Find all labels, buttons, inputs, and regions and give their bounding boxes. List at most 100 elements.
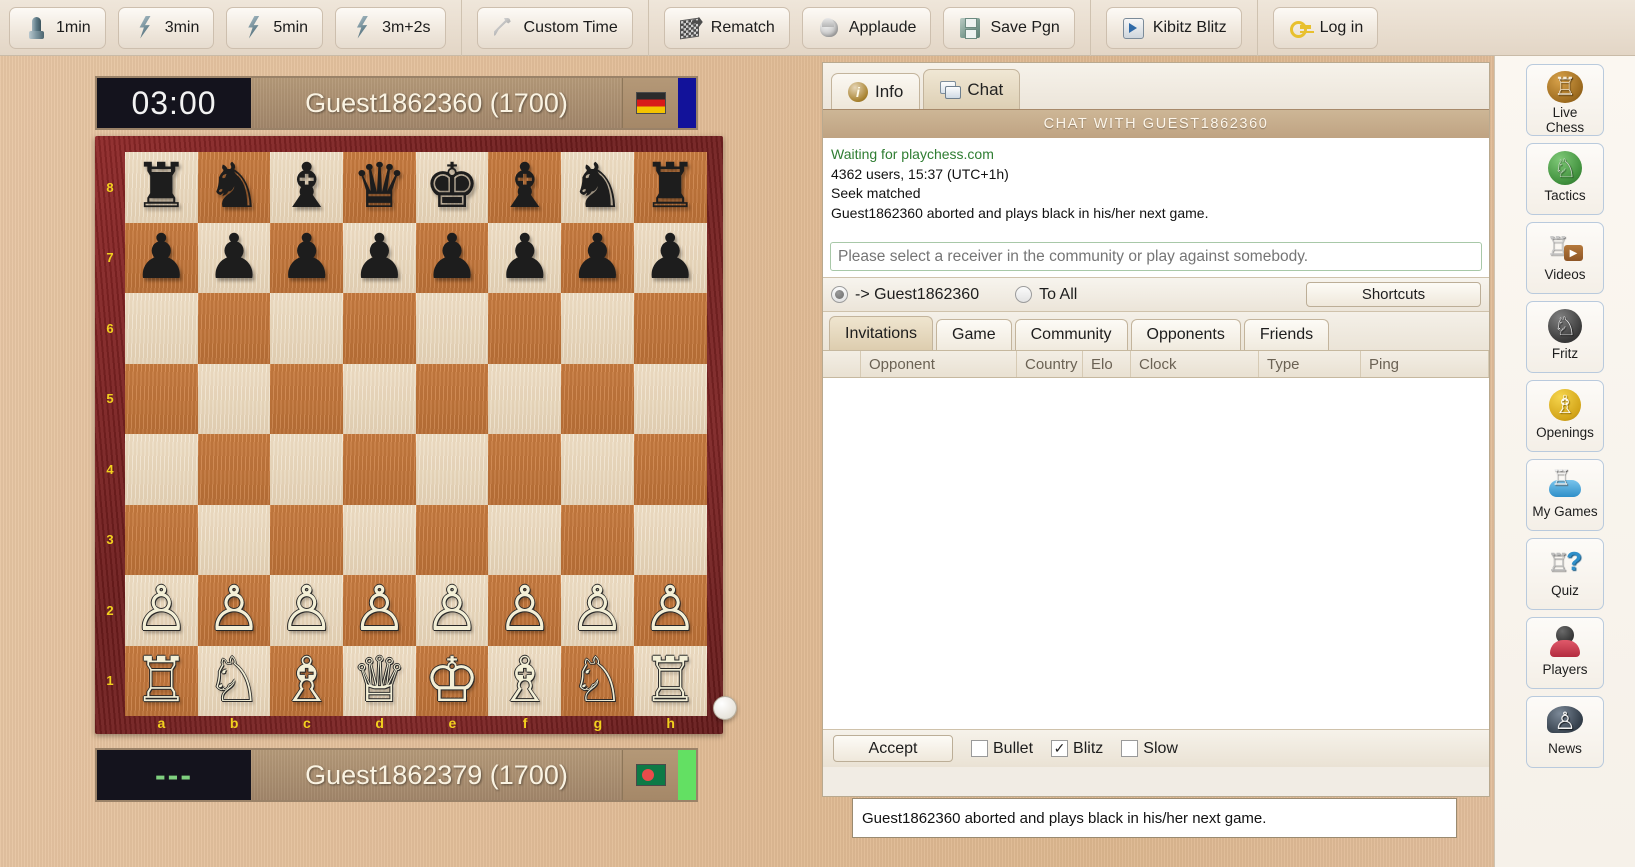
chess-piece[interactable]: ♙ [634,575,707,646]
board-square[interactable] [197,293,271,364]
chat-input[interactable] [830,242,1482,271]
board-square[interactable] [125,434,198,505]
board-square[interactable]: ♟ [633,222,707,294]
board-square[interactable] [415,434,489,505]
board-square[interactable] [488,434,562,505]
checkbox-slow[interactable] [1121,740,1139,757]
board-square[interactable] [561,293,634,364]
chess-piece[interactable]: ♙ [488,575,561,646]
chess-piece[interactable]: ♝ [270,152,343,223]
board-square[interactable]: ♔ [415,645,489,717]
board-square[interactable] [270,293,344,364]
chess-piece[interactable]: ♙ [561,575,634,646]
tab-friends[interactable]: Friends [1243,319,1330,350]
custom-time-button[interactable]: Custom Time [476,6,633,49]
chess-piece[interactable]: ♘ [198,646,271,717]
shortcuts-button[interactable]: Shortcuts [1306,282,1481,307]
chess-piece[interactable]: ♟ [561,223,634,294]
board-square[interactable]: ♞ [561,152,634,223]
column-header-elo[interactable]: Elo [1083,351,1131,377]
board-square[interactable]: ♜ [633,152,707,223]
chess-piece[interactable]: ♝ [488,152,561,223]
board-square[interactable]: ♟ [488,222,562,293]
board-square[interactable] [125,293,198,364]
save-pgn-button[interactable]: Save Pgn [943,6,1075,49]
board-square[interactable]: ♞ [197,152,271,223]
board-square[interactable] [270,363,344,434]
board-square[interactable] [270,504,344,575]
chess-piece[interactable]: ♗ [270,646,343,717]
board-square[interactable] [125,363,198,434]
board-square[interactable]: ♟ [415,222,489,293]
chess-piece[interactable]: ♔ [416,646,489,717]
chess-piece[interactable]: ♙ [343,575,416,646]
board-square[interactable]: ♙ [270,575,344,646]
board-square[interactable]: ♗ [488,645,562,716]
board-square[interactable]: ♟ [343,222,416,294]
column-header-opponent[interactable]: Opponent [861,351,1017,377]
column-header-type[interactable]: Type [1259,351,1361,377]
tab-chat[interactable]: Chat [923,69,1021,109]
filter-bullet[interactable]: Bullet [971,740,1033,758]
radio-receiver-all[interactable] [1015,286,1033,303]
board-square[interactable] [197,363,271,434]
board-square[interactable]: ♚ [415,152,489,223]
chess-board[interactable]: 8 7 6 5 4 3 2 1 ♜ ♞ ♝ ♛ ♚ ♝ ♞ ♜ ♟ ♟ ♟ ♟ ♟ ♟ ♟ ♟ ♙ ♙ ♙ ♙ ♙ ♙ ♙ ♙… [95,136,737,734]
chess-piece[interactable]: ♟ [634,223,707,294]
time-control-3min-button[interactable]: 3min [117,6,215,49]
board-square[interactable] [633,293,707,364]
board-square[interactable]: ♛ [343,152,416,223]
board-square[interactable] [488,363,562,434]
tab-info[interactable]: Info [831,73,921,109]
chess-piece[interactable]: ♙ [198,575,271,646]
chess-piece[interactable]: ♟ [343,223,416,294]
column-header-icon[interactable] [823,351,861,377]
board-square[interactable]: ♙ [633,575,707,646]
board-square[interactable] [488,293,562,364]
sidebar-item-fritz[interactable]: Fritz [1526,301,1604,373]
chess-piece[interactable]: ♟ [198,223,271,294]
time-control-1min-button[interactable]: 1min [9,6,106,49]
board-square[interactable]: ♝ [488,152,562,223]
tab-invitations[interactable]: Invitations [829,316,934,350]
board-square[interactable]: ♖ [633,645,707,716]
board-square[interactable] [561,434,634,505]
board-square[interactable]: ♟ [561,222,634,294]
column-header-country[interactable]: Country [1017,351,1083,377]
chess-piece[interactable]: ♛ [343,152,416,223]
checkbox-blitz[interactable] [1051,740,1069,757]
time-control-3m2s-button[interactable]: 3m+2s [335,6,446,49]
sidebar-item-videos[interactable]: Videos [1526,222,1604,294]
chess-piece[interactable]: ♟ [125,223,198,294]
board-square[interactable] [415,293,489,364]
chess-piece[interactable]: ♚ [416,152,489,223]
sidebar-item-live-chess[interactable]: LiveChess [1526,64,1604,136]
board-square[interactable] [343,434,416,505]
chess-piece[interactable]: ♙ [416,575,489,646]
board-square[interactable] [561,363,634,434]
filter-slow[interactable]: Slow [1121,740,1178,758]
chess-piece[interactable]: ♙ [125,575,198,646]
chess-piece[interactable]: ♞ [561,152,634,223]
board-square[interactable] [633,363,707,434]
tab-opponents[interactable]: Opponents [1130,319,1241,350]
board-square[interactable]: ♘ [197,645,271,717]
time-control-5min-button[interactable]: 5min [226,6,324,49]
board-square[interactable]: ♙ [343,575,416,646]
sidebar-item-tactics[interactable]: Tactics [1526,143,1604,215]
board-square[interactable]: ♟ [270,222,344,293]
chess-piece[interactable]: ♕ [343,646,416,717]
board-square[interactable]: ♙ [561,575,634,646]
board-square[interactable] [488,504,562,575]
tab-game[interactable]: Game [936,319,1012,350]
chess-piece[interactable]: ♜ [634,152,707,223]
board-square[interactable]: ♘ [561,645,634,716]
chess-piece[interactable]: ♖ [125,646,198,717]
board-square[interactable] [270,434,344,505]
chess-piece[interactable]: ♜ [125,152,198,223]
checkbox-bullet[interactable] [971,740,988,757]
kibitz-blitz-button[interactable]: Kibitz Blitz [1105,6,1242,49]
tab-community[interactable]: Community [1014,319,1128,350]
board-square[interactable] [561,504,634,575]
board-square[interactable]: ♙ [488,575,562,646]
